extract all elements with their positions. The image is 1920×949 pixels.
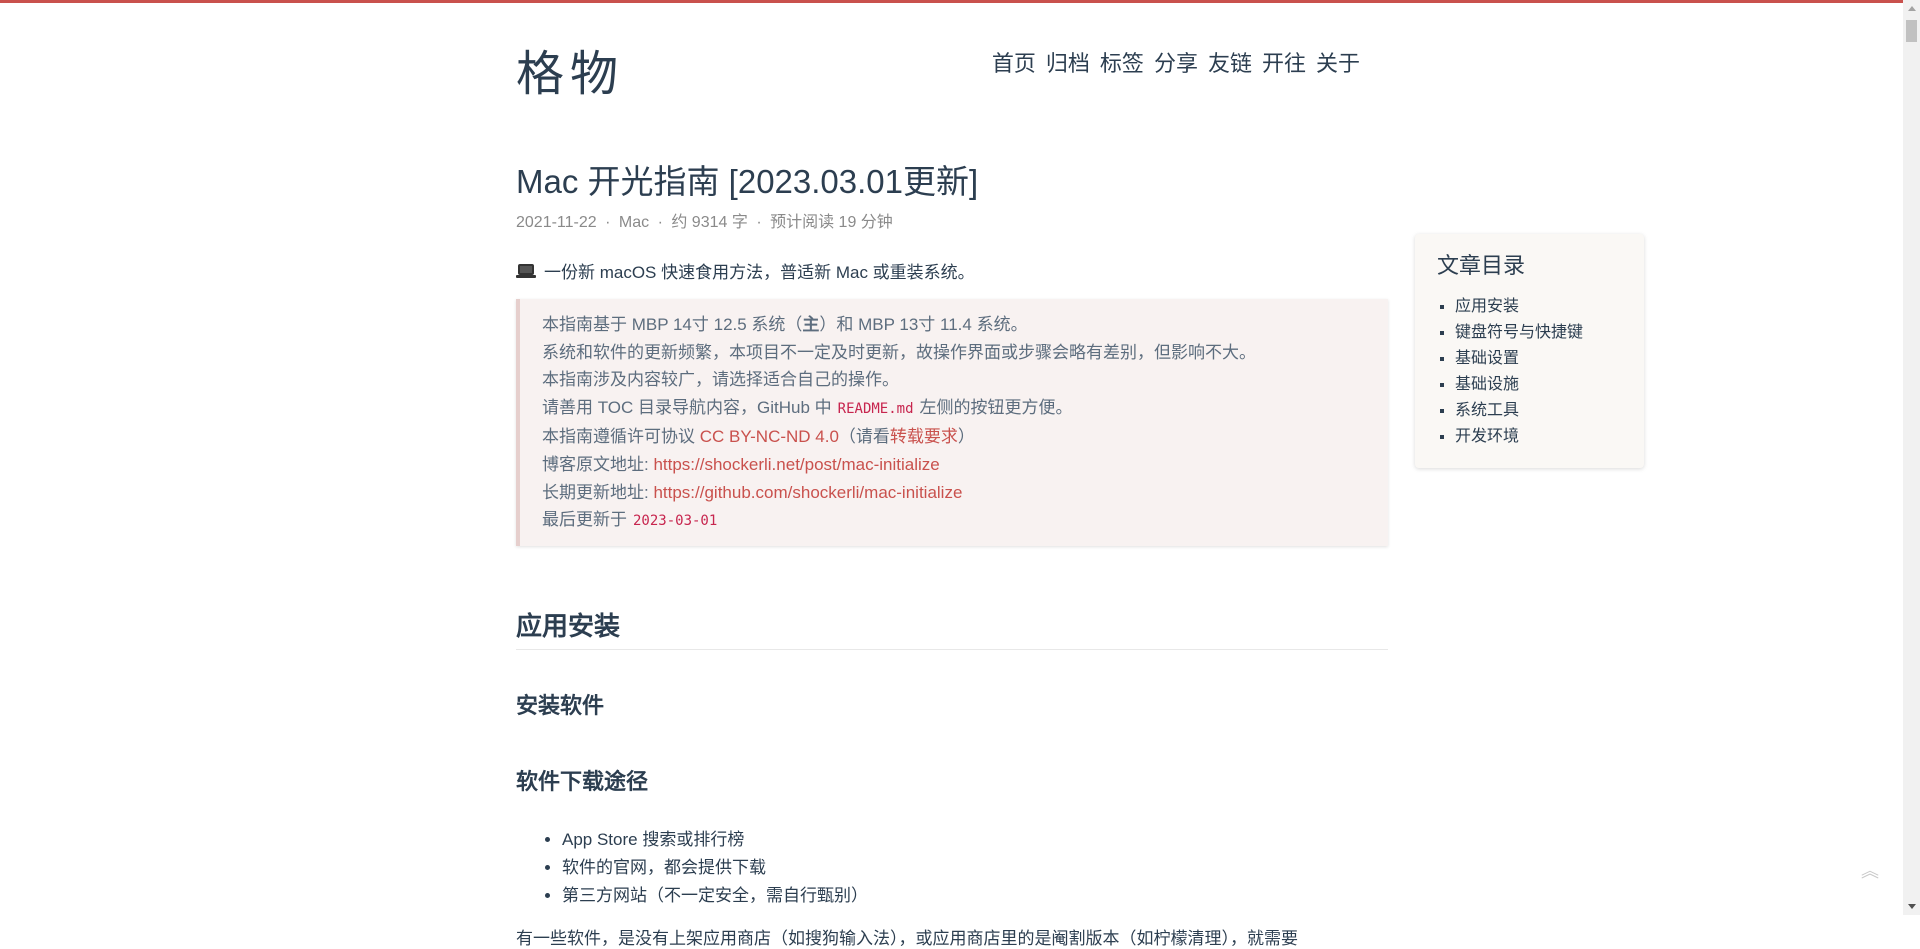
toc-item-app-install: 应用安装 — [1455, 294, 1622, 320]
post-intro: 一份新 macOS 快速食用方法，普适新 Mac 或重装系统。 — [516, 258, 1388, 283]
quote-line: 本指南基于 MBP 14寸 12.5 系统（主）和 MBP 13寸 11.4 系… — [542, 315, 1028, 334]
double-chevron-up-icon[interactable]: ︽ — [1860, 862, 1880, 886]
post-content: Mac 开光指南 [2023.03.01更新] 2021-11-22 · Mac… — [516, 160, 1388, 949]
toc-item-dev-env: 开发环境 — [1455, 424, 1622, 450]
site-header: 格物 首页 归档 标签 分享 友链 开往 关于 — [516, 28, 1360, 102]
main-nav: 首页 归档 标签 分享 友链 开往 关于 — [992, 46, 1360, 78]
nav-travelling[interactable]: 开往 — [1262, 46, 1306, 78]
table-of-contents: 文章目录 应用安装 键盘符号与快捷键 基础设置 基础设施 系统工具 开发环境 — [1415, 234, 1644, 468]
nav-archive[interactable]: 归档 — [1046, 46, 1090, 78]
notice-blockquote: 本指南基于 MBP 14寸 12.5 系统（主）和 MBP 13寸 11.4 系… — [516, 299, 1388, 546]
post-reading-time: 预计阅读 19 分钟 — [770, 214, 893, 231]
post-date: 2021-11-22 — [516, 214, 597, 231]
quote-line: 最后更新于 2023-03-01 — [542, 506, 1368, 536]
subheading-install-software: 安装软件 — [516, 692, 605, 718]
nav-about[interactable]: 关于 — [1316, 46, 1360, 78]
toc-list: 应用安装 键盘符号与快捷键 基础设置 基础设施 系统工具 开发环境 — [1437, 294, 1622, 450]
toc-item-system-tools: 系统工具 — [1455, 398, 1622, 424]
nav-home[interactable]: 首页 — [992, 46, 1036, 78]
inline-code: 2023-03-01 — [633, 513, 718, 530]
section-heading-app-install: 应用安装 — [516, 606, 1388, 650]
list-item: 第三方网站（不一定安全，需自行甄别） — [562, 882, 1388, 910]
laptop-icon — [516, 263, 536, 278]
paragraph-text: 有一些软件，是没有上架应用商店（如搜狗输入法），或应用商店里的是阉割版本（如柠檬… — [516, 928, 1298, 948]
post-meta: 2021-11-22 · Mac · 约 9314 字 · 预计阅读 19 分钟 — [516, 208, 1388, 232]
meta-separator: · — [657, 214, 663, 231]
page: 格物 首页 归档 标签 分享 友链 开往 关于 Mac 开光指南 [2023.0… — [0, 0, 1920, 948]
blog-url-link[interactable]: https://shockerli.net/post/mac-initializ… — [653, 455, 939, 474]
quote-line: 系统和软件的更新频繁，本项目不一定及时更新，故操作界面或步骤会略有差别，但影响不… — [542, 342, 1256, 362]
toc-title: 文章目录 — [1437, 253, 1526, 278]
meta-separator: · — [605, 214, 611, 231]
quote-line: 请善用 TOC 目录导航内容，GitHub 中 README.md 左侧的按钮更方便… — [542, 397, 1073, 417]
meta-separator: · — [756, 214, 762, 231]
intro-text: 一份新 macOS 快速食用方法，普适新 Mac 或重装系统。 — [544, 263, 975, 282]
list-item: 软件的官网，都会提供下载 — [562, 854, 1388, 882]
download-source-list: App Store 搜索或排行榜 软件的官网，都会提供下载 第三方网站（不一定安… — [516, 826, 1388, 910]
nav-share[interactable]: 分享 — [1154, 46, 1198, 78]
scrollbar-thumb[interactable] — [1906, 20, 1917, 42]
post-title: Mac 开光指南 [2023.03.01更新] — [516, 163, 979, 200]
scroll-up-arrow-icon[interactable] — [1903, 0, 1920, 17]
site-logo[interactable]: 格物 — [516, 34, 624, 104]
post-word-count: 约 9314 字 — [671, 214, 748, 231]
inline-code: README.md — [837, 400, 914, 417]
license-link[interactable]: CC BY-NC-ND 4.0 — [700, 427, 839, 446]
nav-friends[interactable]: 友链 — [1208, 46, 1252, 78]
list-item: App Store 搜索或排行榜 — [562, 826, 1388, 854]
nav-tags[interactable]: 标签 — [1100, 46, 1144, 78]
post-category[interactable]: Mac — [619, 214, 649, 231]
github-url-link[interactable]: https://github.com/shockerli/mac-initial… — [653, 483, 962, 502]
quote-line: 本指南涉及内容较广，请选择适合自己的操作。 — [542, 370, 899, 390]
vertical-scrollbar[interactable] — [1903, 0, 1920, 915]
quote-line: 博客原文地址: https://shockerli.net/post/mac-i… — [542, 454, 940, 474]
toc-item-basic-settings: 基础设置 — [1455, 346, 1622, 372]
quote-line: 长期更新地址: https://github.com/shockerli/mac… — [542, 482, 963, 502]
subheading-download-sources: 软件下载途径 — [516, 768, 649, 794]
toc-item-infrastructure: 基础设施 — [1455, 372, 1622, 398]
quote-line: 本指南遵循许可协议 CC BY-NC-ND 4.0（请看转载要求） — [542, 427, 975, 447]
repost-rules-link[interactable]: 转载要求 — [890, 427, 958, 446]
scroll-down-arrow-icon[interactable] — [1903, 898, 1920, 915]
toc-item-keyboard-shortcuts: 键盘符号与快捷键 — [1455, 320, 1622, 346]
